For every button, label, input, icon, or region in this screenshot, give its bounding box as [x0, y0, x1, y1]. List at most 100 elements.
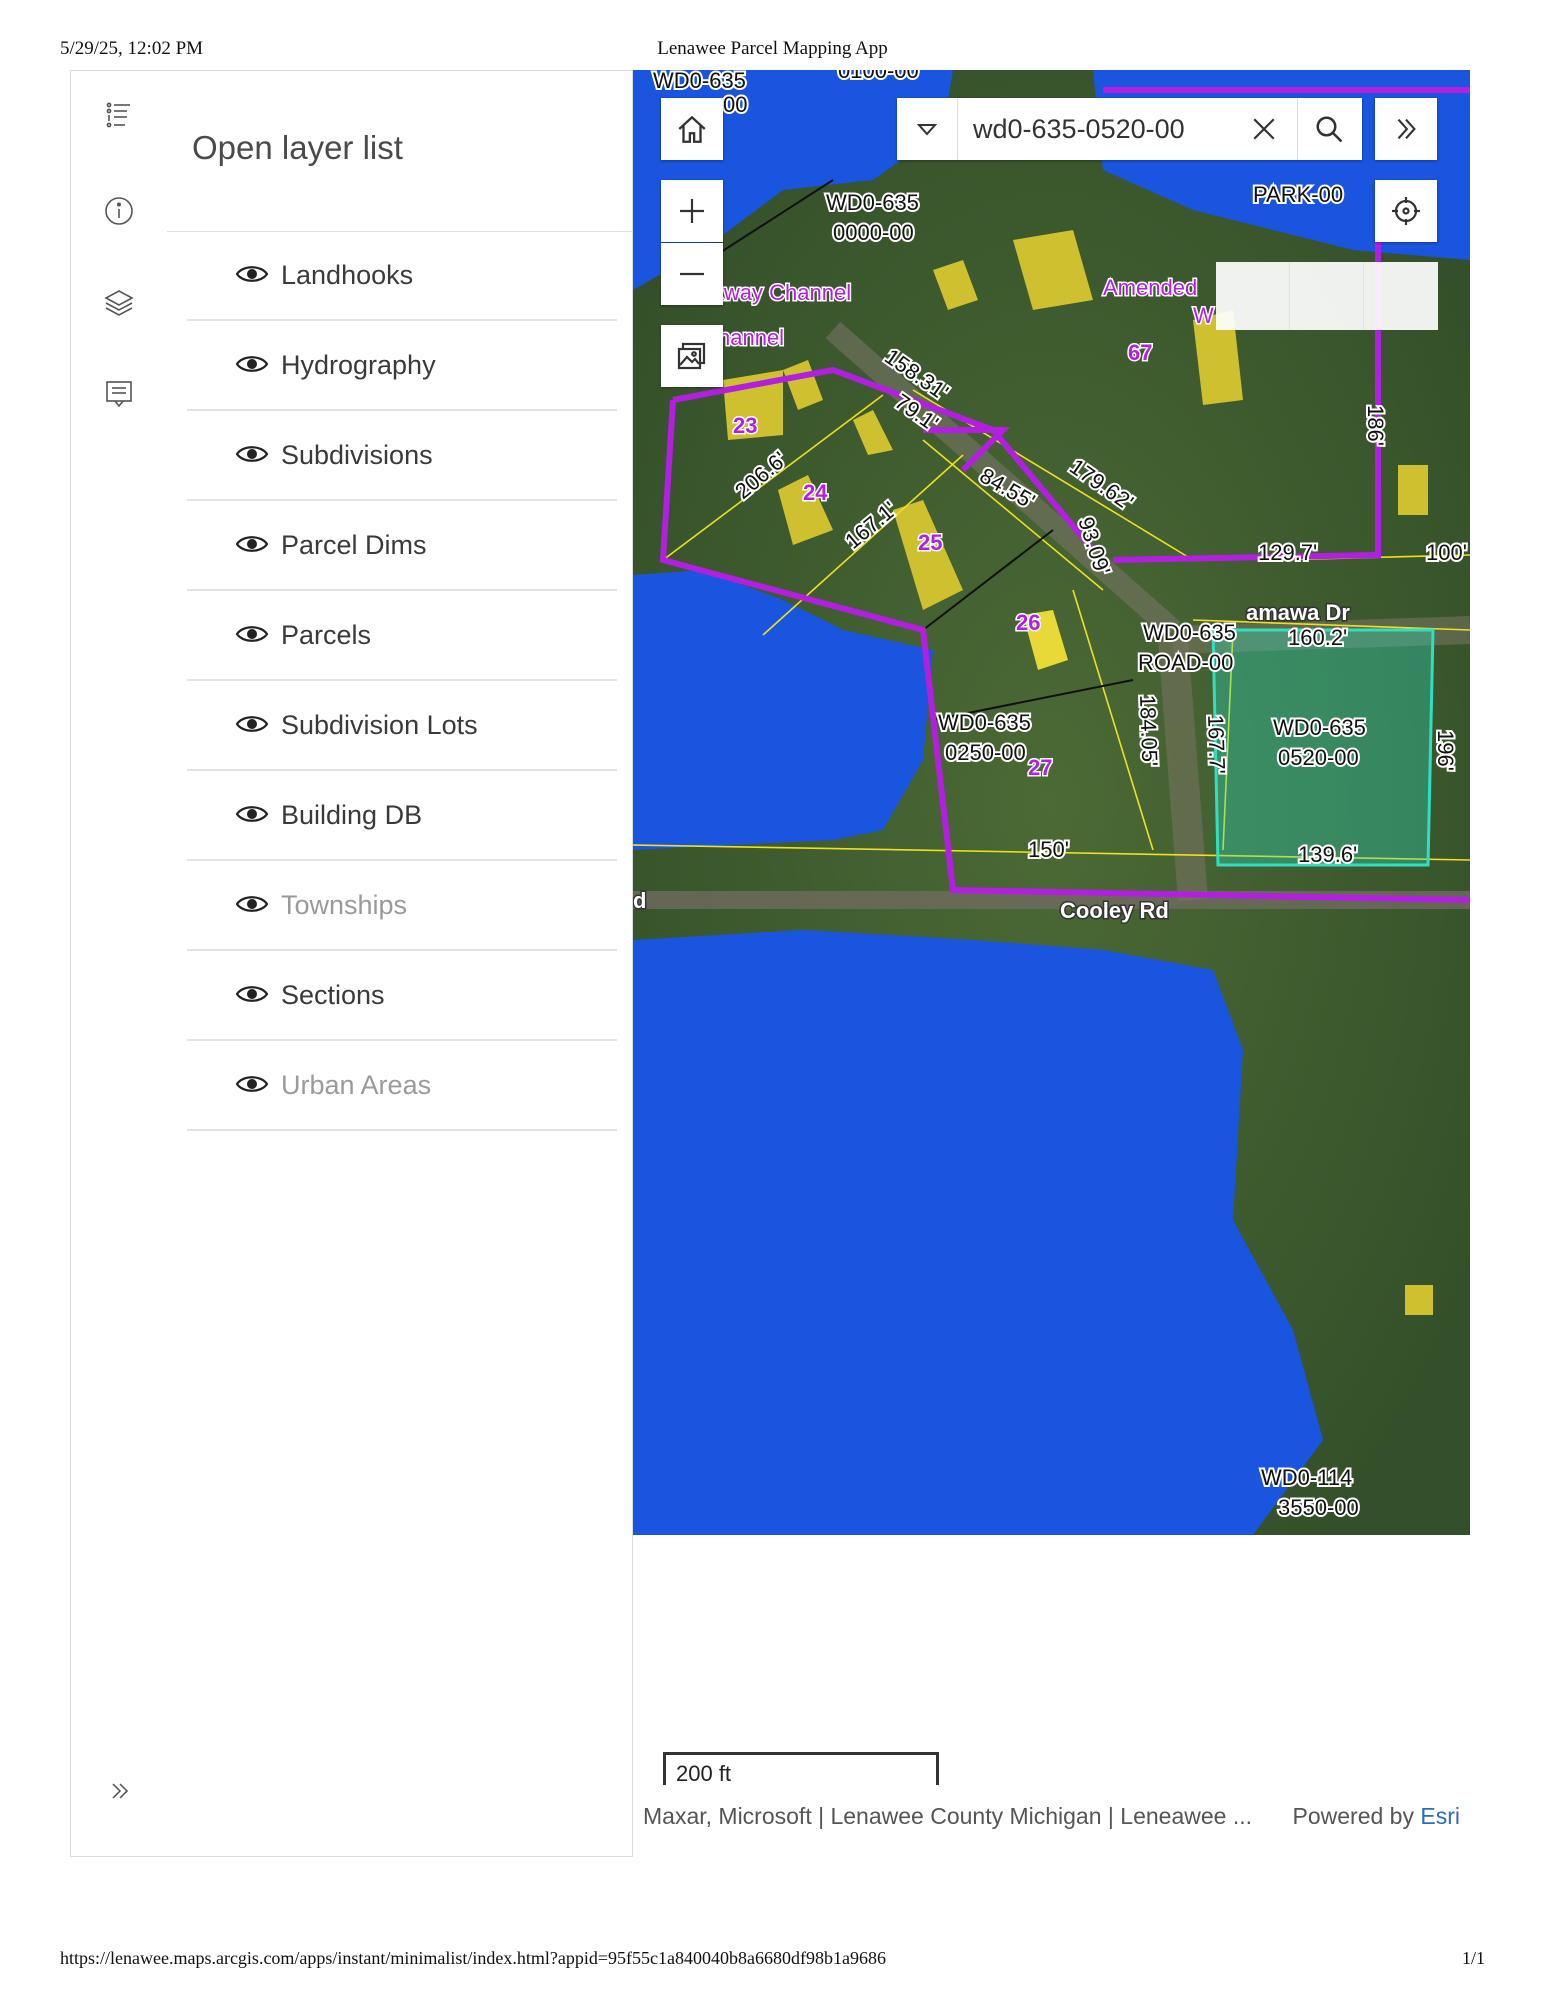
share-panel [1216, 262, 1438, 330]
map-label: 167.7' [1203, 714, 1230, 774]
expand-icon [112, 1783, 129, 1799]
plus-icon [680, 199, 704, 223]
basemap-button[interactable] [661, 325, 723, 387]
building [1398, 465, 1428, 515]
building [1405, 1285, 1433, 1315]
eye-icon[interactable] [235, 353, 271, 377]
map-label: 129.7' [1258, 540, 1317, 565]
scale-bar: 200 ft [663, 1752, 939, 1786]
clear-search-button[interactable] [1235, 98, 1293, 160]
zoom-out-button[interactable] [661, 243, 723, 305]
map-view[interactable]: WD0-635 00 0100-00 WD0-635 0000-00 PARK-… [633, 70, 1470, 1535]
powered-by: Powered by Esri [1293, 1803, 1460, 1830]
minus-icon [680, 272, 704, 276]
search-widget [897, 98, 1362, 160]
lot-number: 24 [803, 480, 828, 505]
esri-link[interactable]: Esri [1420, 1803, 1460, 1829]
map-label: 0520-00 [1278, 745, 1359, 770]
street-label: d [633, 888, 646, 913]
map-label: 186' [1363, 405, 1388, 446]
twitter-share-button[interactable] [1290, 262, 1364, 330]
search-icon [1316, 116, 1343, 143]
info-button[interactable] [95, 187, 143, 235]
print-header: 5/29/25, 12:02 PM Lenawee Parcel Mapping… [60, 38, 1485, 62]
scale-label: 200 ft [676, 1761, 732, 1786]
map-label: WD0-635 [1273, 715, 1366, 740]
map-label: lkway Channel [708, 280, 851, 305]
layer-item[interactable]: Sections [187, 951, 617, 1041]
eye-icon[interactable] [235, 1073, 271, 1097]
panel-title: Open layer list [192, 129, 403, 166]
map-label: WD0-114 [1261, 1465, 1352, 1490]
layer-label: Sections [281, 979, 385, 1010]
layers-icon [104, 290, 134, 316]
facebook-share-button[interactable] [1216, 262, 1290, 330]
map-label: 139.6' [1298, 842, 1357, 867]
double-chevron-right-icon [1397, 118, 1416, 140]
map-footer: 200 ft Maxar, Microsoft | Lenawee County… [633, 1535, 1470, 1855]
layer-item[interactable]: Parcels [187, 591, 617, 681]
map-label: 160.2' [1288, 625, 1347, 650]
expand-tools-button[interactable] [1375, 98, 1437, 160]
eye-icon[interactable] [235, 713, 271, 737]
map-label: 0100-00 [838, 70, 919, 83]
map-label: 00 [723, 92, 747, 117]
eye-icon[interactable] [235, 623, 271, 647]
layer-item[interactable]: Parcel Dims [187, 501, 617, 591]
layer-label: Building DB [281, 799, 423, 830]
map-label: 196' [1433, 730, 1458, 771]
eye-icon[interactable] [235, 983, 271, 1007]
search-button[interactable] [1297, 98, 1360, 160]
layer-item[interactable]: Subdivision Lots [187, 681, 617, 771]
close-icon [1253, 118, 1275, 140]
layer-item[interactable]: Landhooks [187, 231, 617, 321]
eye-icon[interactable] [235, 263, 271, 287]
locate-button[interactable] [1375, 180, 1437, 242]
details-button[interactable] [95, 369, 143, 417]
layers-button[interactable] [95, 279, 143, 327]
eye-icon[interactable] [235, 803, 271, 827]
legend-button[interactable] [95, 91, 143, 139]
lot-number: 26 [1016, 610, 1040, 635]
layer-item[interactable]: Hydrography [187, 321, 617, 411]
print-footer: https://lenawee.maps.arcgis.com/apps/ins… [60, 1948, 1485, 1972]
expand-panel-button[interactable] [96, 1771, 144, 1811]
link-share-button[interactable] [1364, 262, 1437, 330]
layer-item[interactable]: Townships [187, 861, 617, 951]
details-icon [106, 381, 132, 408]
eye-icon[interactable] [235, 533, 271, 557]
eye-icon[interactable] [235, 443, 271, 467]
layer-label: Urban Areas [281, 1069, 432, 1100]
map-label: WD0-635 [938, 710, 1031, 735]
home-button[interactable] [661, 98, 723, 160]
map-label: WD0-635 [1143, 620, 1236, 645]
lot-number: 23 [733, 413, 757, 438]
eye-icon[interactable] [235, 893, 271, 917]
layer-item[interactable]: Urban Areas [187, 1041, 617, 1131]
map-label: 0000-00 [833, 220, 914, 245]
lot-number: 25 [918, 530, 942, 555]
basemap-icon [677, 342, 706, 370]
layer-item[interactable]: Building DB [187, 771, 617, 861]
print-url: https://lenawee.maps.arcgis.com/apps/ins… [60, 1948, 886, 1968]
map-label: ROAD-00 [1138, 650, 1233, 675]
layer-item[interactable]: Subdivisions [187, 411, 617, 501]
road [1158, 638, 1208, 902]
info-icon [105, 197, 133, 225]
layer-label: Parcels [281, 619, 372, 650]
map-label: PARK-00 [1253, 182, 1343, 207]
zoom-in-button[interactable] [661, 180, 723, 242]
layer-label: Parcel Dims [281, 529, 427, 560]
layer-label: Subdivisions [281, 439, 433, 470]
attribution[interactable]: Maxar, Microsoft | Lenawee County Michig… [643, 1803, 1252, 1830]
lot-number: 67 [1128, 340, 1152, 365]
home-icon [678, 115, 706, 143]
street-label: Cooley Rd [1060, 898, 1169, 923]
crosshair-icon [1392, 197, 1420, 225]
map-label: 0250-00 [945, 740, 1026, 765]
map-label: WD0-635 [826, 190, 919, 215]
map-label: 100' [1426, 540, 1467, 565]
map-label: 150' [1028, 837, 1069, 862]
search-source-dropdown[interactable] [897, 98, 958, 160]
app-window: Open layer list Landhooks Hydrography Subd… [70, 70, 1470, 1857]
